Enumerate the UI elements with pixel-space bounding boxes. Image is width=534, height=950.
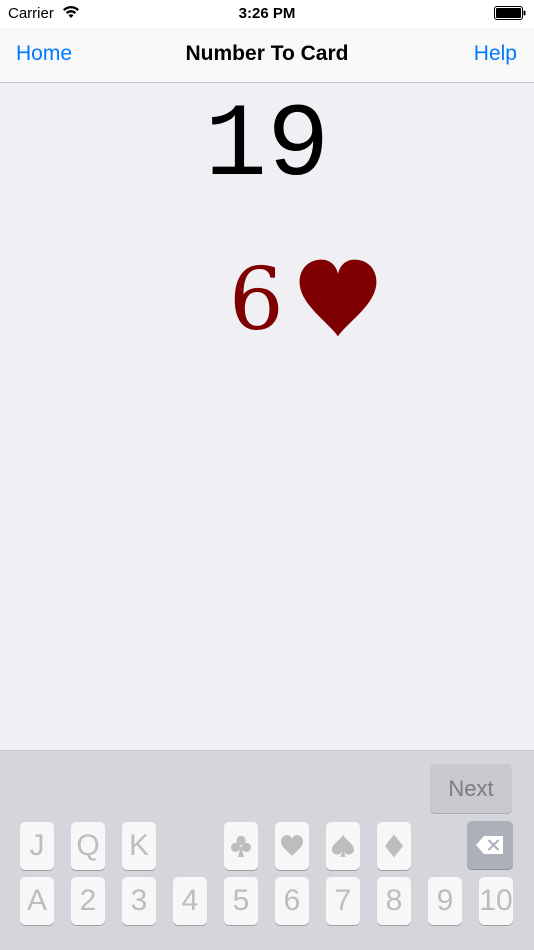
card-keyboard: Next J Q K A 2 3 4 5 6 7 8 9 10 [0, 750, 534, 950]
status-time: 3:26 PM [238, 5, 296, 22]
key-j[interactable]: J [20, 822, 54, 870]
card-rank: 6 [229, 250, 284, 350]
home-button[interactable]: Home [16, 42, 72, 66]
key-8[interactable]: 8 [377, 877, 411, 925]
card-display: 6 [229, 250, 378, 350]
key-5[interactable]: 5 [224, 877, 258, 925]
status-bar: Carrier 3:26 PM [0, 0, 534, 28]
page-title: Number To Card [185, 42, 349, 65]
key-10[interactable]: 10 [479, 877, 513, 925]
key-k[interactable]: K [122, 822, 156, 870]
key-4[interactable]: 4 [173, 877, 207, 925]
club-icon [231, 835, 251, 857]
navigation-bar: Home Number To Card Help [0, 28, 534, 83]
key-club[interactable] [224, 822, 258, 870]
diamond-icon [385, 834, 403, 858]
delete-button[interactable] [467, 821, 513, 869]
key-spade[interactable] [326, 822, 360, 870]
heart-icon [281, 835, 303, 856]
heart-icon [299, 259, 377, 337]
key-9[interactable]: 9 [428, 877, 462, 925]
battery-icon [494, 6, 526, 20]
next-button[interactable]: Next [430, 764, 512, 813]
number-display: 19 [204, 88, 330, 206]
spade-icon [332, 835, 354, 857]
key-a[interactable]: A [20, 877, 54, 925]
help-button[interactable]: Help [474, 42, 517, 66]
key-3[interactable]: 3 [122, 877, 156, 925]
key-2[interactable]: 2 [71, 877, 105, 925]
key-diamond[interactable] [377, 822, 411, 870]
key-q[interactable]: Q [71, 822, 105, 870]
key-7[interactable]: 7 [326, 877, 360, 925]
backspace-icon [476, 836, 503, 854]
key-heart[interactable] [275, 822, 309, 870]
key-6[interactable]: 6 [275, 877, 309, 925]
